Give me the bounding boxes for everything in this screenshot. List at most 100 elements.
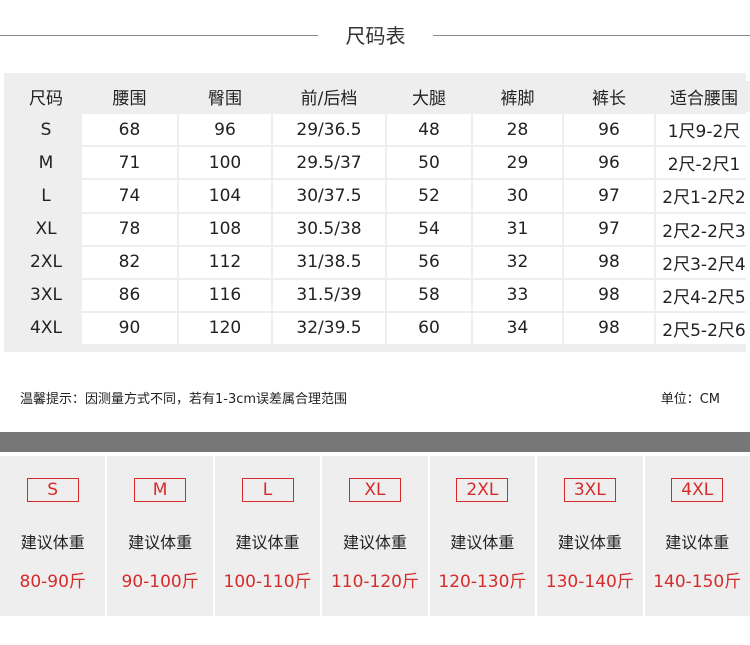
- weight-card: L 建议体重 100-110斤: [214, 456, 321, 616]
- table-header-cell: 裤脚: [473, 81, 562, 113]
- table-value-cell: 2尺4-2尺5: [656, 279, 750, 311]
- weight-card: S 建议体重 80-90斤: [0, 456, 106, 616]
- weight-card: XL 建议体重 110-120斤: [322, 456, 428, 616]
- table-size-cell: L: [12, 180, 80, 212]
- table-value-cell: 2尺1-2尺2: [656, 180, 750, 212]
- weight-label: 建议体重: [20, 533, 85, 552]
- table-value-cell: 100: [179, 147, 271, 179]
- weight-size-badge: M: [134, 478, 187, 502]
- weight-range: 80-90斤: [19, 572, 86, 592]
- table-value-cell: 29/36.5: [273, 114, 385, 146]
- weight-label: 建议体重: [665, 533, 730, 552]
- table-value-cell: 29: [473, 147, 562, 179]
- table-value-cell: 30.5/38: [273, 213, 385, 245]
- weight-range: 90-100斤: [121, 572, 199, 592]
- table-header-cell: 大腿: [387, 81, 471, 113]
- weight-recommendations: S 建议体重 80-90斤 M 建议体重 90-100斤 L 建议体重 100-110斤 XL 建议…: [0, 456, 750, 616]
- table-value-cell: 28: [473, 114, 562, 146]
- table-value-cell: 2尺5-2尺6: [656, 312, 750, 344]
- table-value-cell: 32: [473, 246, 562, 278]
- table-value-cell: 97: [564, 213, 654, 245]
- table-header-cell: 裤长: [564, 81, 654, 113]
- table-value-cell: 98: [564, 279, 654, 311]
- table-value-cell: 31/38.5: [273, 246, 385, 278]
- weight-label: 建议体重: [557, 533, 622, 552]
- table-value-cell: 52: [387, 180, 471, 212]
- table-value-cell: 86: [82, 279, 177, 311]
- table-value-cell: 29.5/37: [273, 147, 385, 179]
- weight-size-badge: S: [26, 478, 79, 502]
- size-table: 尺码 腰围 臀围 前/后档 大腿 裤脚 裤长 适合腰围 S 68 96 29/36.5 48 28 96 1尺…: [4, 73, 750, 352]
- table-value-cell: 31.5/39: [273, 279, 385, 311]
- page-title: 尺码表: [345, 24, 406, 48]
- size-table-grid: 尺码 腰围 臀围 前/后档 大腿 裤脚 裤长 适合腰围 S 68 96 29/36.5 48 28 96 1尺…: [12, 81, 750, 344]
- table-size-cell: XL: [12, 213, 80, 245]
- table-value-cell: 30: [473, 180, 562, 212]
- table-header-cell: 尺码: [12, 81, 80, 113]
- weight-label: 建议体重: [235, 533, 300, 552]
- weight-size-badge: L: [241, 478, 294, 502]
- table-value-cell: 82: [82, 246, 177, 278]
- table-value-cell: 54: [387, 213, 471, 245]
- table-value-cell: 71: [82, 147, 177, 179]
- table-size-cell: M: [12, 147, 80, 179]
- weight-size-badge: 2XL: [456, 478, 509, 502]
- measurement-note: 温馨提示：因测量方式不同，若有1-3cm误差属合理范围: [20, 392, 348, 407]
- table-value-cell: 120: [179, 312, 271, 344]
- table-value-cell: 112: [179, 246, 271, 278]
- table-value-cell: 116: [179, 279, 271, 311]
- table-value-cell: 97: [564, 180, 654, 212]
- title-row: 尺码表: [0, 18, 750, 50]
- weight-label: 建议体重: [450, 533, 515, 552]
- table-value-cell: 2尺-2尺1: [656, 147, 750, 179]
- table-header-cell: 前/后档: [273, 81, 385, 113]
- title-divider-right: [433, 35, 750, 36]
- table-value-cell: 68: [82, 114, 177, 146]
- table-value-cell: 104: [179, 180, 271, 212]
- table-value-cell: 60: [387, 312, 471, 344]
- weight-label: 建议体重: [128, 533, 193, 552]
- weight-size-badge: 4XL: [671, 478, 724, 502]
- table-size-cell: 3XL: [12, 279, 80, 311]
- table-value-cell: 98: [564, 312, 654, 344]
- table-value-cell: 74: [82, 180, 177, 212]
- table-value-cell: 33: [473, 279, 562, 311]
- weight-card: M 建议体重 90-100斤: [107, 456, 213, 616]
- table-header-cell: 臀围: [179, 81, 271, 113]
- unit-label: 单位：CM: [660, 392, 720, 407]
- weight-size-badge: 3XL: [563, 478, 616, 502]
- weight-label: 建议体重: [342, 533, 407, 552]
- table-value-cell: 96: [179, 114, 271, 146]
- table-value-cell: 50: [387, 147, 471, 179]
- weight-card: 2XL 建议体重 120-130斤: [429, 456, 536, 616]
- table-size-cell: 2XL: [12, 246, 80, 278]
- title-divider-left: [0, 35, 318, 36]
- table-value-cell: 90: [82, 312, 177, 344]
- table-value-cell: 56: [387, 246, 471, 278]
- table-value-cell: 78: [82, 213, 177, 245]
- table-value-cell: 1尺9-2尺: [656, 114, 750, 146]
- table-value-cell: 34: [473, 312, 562, 344]
- table-value-cell: 48: [387, 114, 471, 146]
- section-divider-band: [0, 432, 750, 452]
- table-header-cell: 腰围: [82, 81, 177, 113]
- weight-range: 100-110斤: [223, 572, 312, 592]
- weight-card: 4XL 建议体重 140-150斤: [644, 456, 750, 616]
- table-value-cell: 32/39.5: [273, 312, 385, 344]
- table-size-cell: 4XL: [12, 312, 80, 344]
- table-value-cell: 96: [564, 114, 654, 146]
- weight-size-badge: XL: [348, 478, 401, 502]
- table-value-cell: 108: [179, 213, 271, 245]
- table-value-cell: 96: [564, 147, 654, 179]
- table-value-cell: 2尺3-2尺4: [656, 246, 750, 278]
- table-value-cell: 31: [473, 213, 562, 245]
- weight-range: 120-130斤: [438, 572, 527, 592]
- table-header-cell: 适合腰围: [656, 81, 750, 113]
- table-value-cell: 58: [387, 279, 471, 311]
- table-value-cell: 30/37.5: [273, 180, 385, 212]
- weight-card: 3XL 建议体重 130-140斤: [537, 456, 643, 616]
- weight-range: 130-140斤: [545, 572, 634, 592]
- weight-range: 140-150斤: [653, 572, 742, 592]
- table-value-cell: 98: [564, 246, 654, 278]
- table-value-cell: 2尺2-2尺3: [656, 213, 750, 245]
